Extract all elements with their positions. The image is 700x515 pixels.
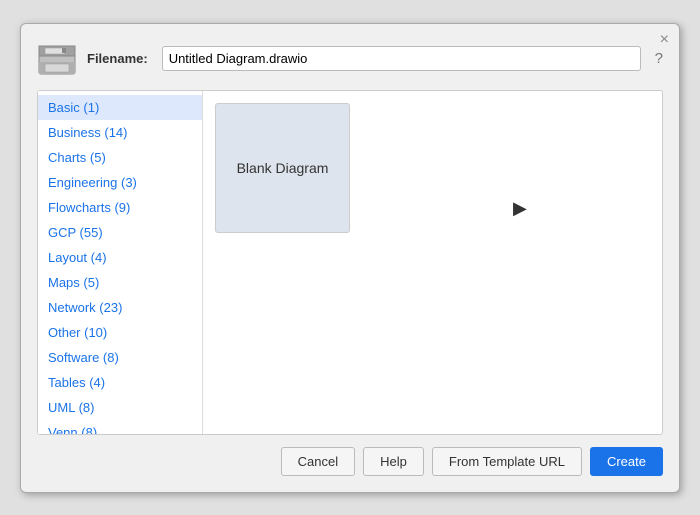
cursor-indicator: ▶ — [513, 198, 527, 328]
category-list: Basic (1)Business (14)Charts (5)Engineer… — [38, 91, 203, 434]
template-area: Blank Diagram ▶ — [203, 91, 662, 434]
category-item-software[interactable]: Software (8) — [38, 345, 202, 370]
category-item-business[interactable]: Business (14) — [38, 120, 202, 145]
body-row: Basic (1)Business (14)Charts (5)Engineer… — [37, 90, 663, 435]
create-button[interactable]: Create — [590, 447, 663, 476]
header-row: Filename: ? — [37, 40, 663, 78]
disk-icon — [37, 40, 77, 78]
category-item-flowcharts[interactable]: Flowcharts (9) — [38, 195, 202, 220]
category-item-network[interactable]: Network (23) — [38, 295, 202, 320]
category-item-maps[interactable]: Maps (5) — [38, 270, 202, 295]
category-item-engineering[interactable]: Engineering (3) — [38, 170, 202, 195]
category-item-uml[interactable]: UML (8) — [38, 395, 202, 420]
category-item-gcp[interactable]: GCP (55) — [38, 220, 202, 245]
footer-row: Cancel Help From Template URL Create — [37, 447, 663, 476]
filename-label: Filename: — [87, 51, 148, 66]
cancel-button[interactable]: Cancel — [281, 447, 355, 476]
category-item-basic[interactable]: Basic (1) — [38, 95, 202, 120]
template-card-blank[interactable]: Blank Diagram — [215, 103, 350, 233]
close-button[interactable]: × — [660, 32, 669, 48]
filename-input[interactable] — [162, 46, 641, 71]
category-item-layout[interactable]: Layout (4) — [38, 245, 202, 270]
new-diagram-dialog: × Filename: ? Basic (1)Business (14)Char… — [20, 23, 680, 493]
category-item-venn[interactable]: Venn (8) — [38, 420, 202, 434]
category-item-tables[interactable]: Tables (4) — [38, 370, 202, 395]
from-template-url-button[interactable]: From Template URL — [432, 447, 582, 476]
category-item-charts[interactable]: Charts (5) — [38, 145, 202, 170]
help-button[interactable]: Help — [363, 447, 424, 476]
category-item-other[interactable]: Other (10) — [38, 320, 202, 345]
help-icon[interactable]: ? — [655, 50, 663, 67]
